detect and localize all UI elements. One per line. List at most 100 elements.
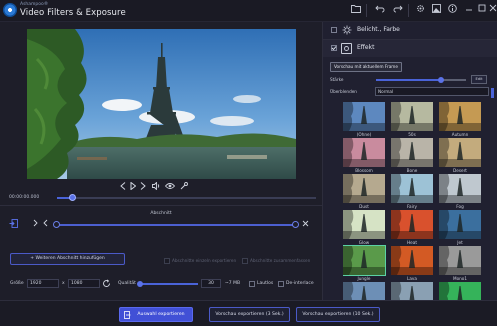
app-logo-icon xyxy=(3,3,17,17)
edit-button[interactable]: Edit xyxy=(471,75,487,84)
effect-name: (Ohne) xyxy=(356,132,372,137)
section-start-handle[interactable] xyxy=(53,221,60,228)
effect-name: Dust xyxy=(359,204,369,209)
eye-icon[interactable] xyxy=(164,182,176,192)
maximize-icon[interactable] xyxy=(476,4,488,16)
effect-tile[interactable] xyxy=(439,282,481,300)
close-icon[interactable] xyxy=(488,4,497,16)
effect-name: Jungle xyxy=(357,276,371,281)
effect-thumbnail xyxy=(439,282,481,300)
effect-tile[interactable] xyxy=(391,282,433,300)
export-single-checkbox[interactable] xyxy=(164,258,170,264)
play-icon[interactable] xyxy=(130,181,137,192)
minimize-icon[interactable] xyxy=(463,4,475,16)
video-frame-image xyxy=(27,29,296,179)
effect-name: Lava xyxy=(407,276,417,281)
effect-tile[interactable]: Bone xyxy=(391,138,433,176)
undo-icon[interactable] xyxy=(374,4,386,16)
section-range-bar[interactable] xyxy=(53,221,299,228)
export-selection-button[interactable]: Auswahl exportieren xyxy=(119,307,193,322)
seek-handle[interactable] xyxy=(69,194,77,201)
redo-icon[interactable] xyxy=(392,4,404,16)
quality-field[interactable]: 30 xyxy=(201,279,221,288)
strength-label: Stärke xyxy=(330,77,344,82)
effect-tile[interactable]: Desert xyxy=(439,138,481,176)
effect-name: Fog xyxy=(456,204,464,209)
height-field[interactable]: 1080 xyxy=(68,279,100,288)
export-preview-3s-button[interactable]: Vorschau exportieren (3 Sek.) xyxy=(209,307,290,322)
blend-label: Überblenden xyxy=(330,89,357,94)
effect-tile[interactable]: Autumn xyxy=(439,102,481,140)
effect-tile[interactable]: Lava xyxy=(391,246,433,284)
export-merge-label: Abschnitte zusammenfassen xyxy=(250,258,311,263)
next-frame-icon[interactable] xyxy=(140,182,146,192)
effect-thumbnail xyxy=(439,246,481,275)
effects-grid: (Ohne) 50s Autumn Blossom Bone Desert Dust Fair… xyxy=(343,102,491,300)
reset-size-icon[interactable] xyxy=(102,279,111,290)
width-field[interactable]: 1920 xyxy=(27,279,59,288)
app-title: Video Filters & Exposure xyxy=(20,8,126,18)
effect-tile[interactable]: Jungle xyxy=(343,245,386,284)
quality-label: Qualität xyxy=(118,281,136,286)
effect-thumbnail xyxy=(343,245,386,276)
effect-name: Bone xyxy=(406,168,418,173)
effect-name: 50s xyxy=(408,132,416,137)
settings-icon[interactable] xyxy=(414,4,426,16)
eyedropper-icon[interactable] xyxy=(180,182,188,192)
category-effect-label: Effekt xyxy=(357,44,375,51)
effect-tile[interactable]: Dust xyxy=(343,174,385,212)
video-panel: 00:00:00.000 Abschnitt + Weiteren Abschn… xyxy=(0,22,322,326)
effect-tile[interactable] xyxy=(343,282,385,300)
sun-icon xyxy=(341,25,352,36)
add-section-button[interactable]: + Weiteren Abschnitt hinzufügen xyxy=(10,253,125,265)
export-single-label: Abschnitte einzeln exportieren xyxy=(172,258,237,263)
effect-tile[interactable]: Jet xyxy=(439,210,481,248)
section-next-icon[interactable] xyxy=(33,219,38,229)
image-icon[interactable] xyxy=(430,4,442,16)
bottom-bar: Auswahl exportieren Vorschau exportieren… xyxy=(0,300,497,326)
quality-handle[interactable] xyxy=(137,281,143,287)
effect-tile[interactable]: Fog xyxy=(439,174,481,212)
effect-tile[interactable]: Blossom xyxy=(343,138,385,176)
blend-dropdown[interactable]: Normal xyxy=(375,87,489,96)
effect-thumbnail xyxy=(343,138,385,167)
effect-tile[interactable]: 50s xyxy=(391,102,433,140)
effect-thumbnail xyxy=(343,102,385,131)
effect-tile[interactable]: Fairy xyxy=(391,174,433,212)
quality-slider[interactable] xyxy=(137,281,198,287)
deinterlace-checkbox[interactable] xyxy=(278,281,284,287)
effect-thumbnail xyxy=(343,174,385,203)
deinterlace-label: De-interlace xyxy=(286,281,314,286)
effect-checkbox[interactable] xyxy=(331,45,337,51)
divider xyxy=(366,4,367,17)
title-bar: Ashampoo® Video Filters & Exposure xyxy=(0,0,497,22)
effect-name: Fairy xyxy=(407,204,417,209)
volume-icon[interactable] xyxy=(152,181,161,192)
section-end-handle[interactable] xyxy=(292,221,299,228)
loop-checkbox[interactable] xyxy=(249,281,255,287)
video-preview xyxy=(27,29,296,179)
divider xyxy=(0,205,322,206)
effect-tile[interactable]: (Ohne) xyxy=(343,102,385,140)
strength-handle[interactable] xyxy=(437,77,444,83)
scrollbar[interactable] xyxy=(491,88,494,98)
category-effect[interactable]: Effekt xyxy=(323,40,497,57)
preview-current-frame-button[interactable]: Vorschau mit aktuellem Frame xyxy=(330,62,402,72)
remove-section-icon[interactable] xyxy=(302,220,309,229)
info-icon[interactable] xyxy=(446,4,458,16)
effect-tile[interactable]: Heat xyxy=(391,210,433,248)
folder-icon[interactable] xyxy=(350,4,362,16)
effect-tile[interactable]: Glow xyxy=(343,210,385,248)
enter-icon[interactable] xyxy=(9,219,18,230)
seek-bar[interactable] xyxy=(57,194,316,201)
export-preview-10s-button[interactable]: Vorschau exportieren (10 Sek.) xyxy=(296,307,380,322)
effect-tile[interactable]: Mono1 xyxy=(439,246,481,284)
category-exposure[interactable]: Belicht., Farbe xyxy=(323,22,497,39)
section-label: Abschnitt xyxy=(150,211,172,216)
export-merge-checkbox[interactable] xyxy=(242,258,248,264)
prev-frame-icon[interactable] xyxy=(120,182,126,192)
strength-slider[interactable] xyxy=(376,77,466,83)
size-x-label: x xyxy=(62,281,65,286)
exposure-checkbox[interactable] xyxy=(331,27,337,33)
section-prev-icon[interactable] xyxy=(43,219,48,229)
